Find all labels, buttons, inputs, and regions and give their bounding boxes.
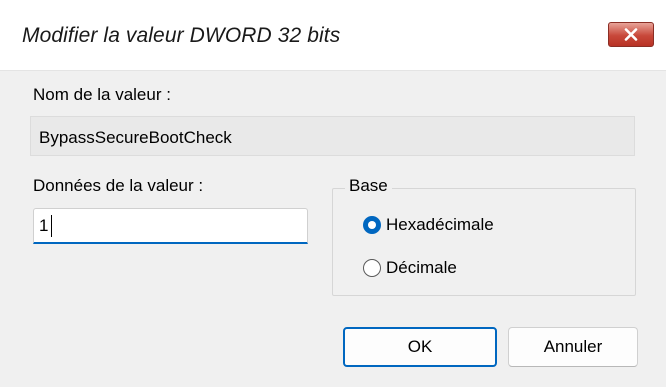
dialog-title: Modifier la valeur DWORD 32 bits [22, 24, 341, 47]
close-icon [624, 28, 638, 41]
value-data-input[interactable] [33, 208, 308, 244]
value-name-field: BypassSecureBootCheck [30, 116, 635, 156]
base-legend: Base [345, 176, 392, 196]
cancel-button[interactable]: Annuler [508, 327, 638, 367]
radio-checked-icon [363, 216, 381, 234]
radio-decimal-label: Décimale [386, 258, 457, 277]
ok-button[interactable]: OK [343, 327, 497, 367]
value-data-label: Données de la valeur : [33, 176, 204, 195]
radio-hexadecimal[interactable]: Hexadécimale [363, 215, 494, 235]
value-name-label: Nom de la valeur : [33, 85, 171, 104]
text-caret [51, 215, 52, 237]
edit-dword-dialog: Modifier la valeur DWORD 32 bits Nom de … [0, 0, 666, 387]
close-button[interactable] [608, 22, 654, 47]
title-bar[interactable]: Modifier la valeur DWORD 32 bits [0, 0, 666, 71]
radio-decimal[interactable]: Décimale [363, 258, 457, 278]
radio-unchecked-icon [363, 259, 381, 277]
base-groupbox [332, 188, 636, 296]
radio-hexadecimal-label: Hexadécimale [386, 215, 494, 234]
